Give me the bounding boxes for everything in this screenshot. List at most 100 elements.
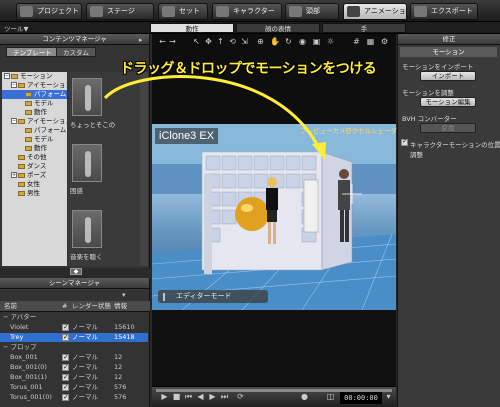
tab-set[interactable]: セット bbox=[158, 3, 208, 20]
scene-row-info: 12 bbox=[114, 353, 123, 361]
header-info[interactable]: 情報 bbox=[114, 301, 127, 312]
scene-row[interactable]: Box_001(1) ノーマル 12 bbox=[0, 373, 148, 382]
scene-toolbar: ▾ bbox=[4, 291, 144, 299]
visible-checkbox[interactable] bbox=[62, 333, 69, 342]
motion-thumbnail[interactable] bbox=[72, 210, 102, 248]
tree-item[interactable]: 動作 bbox=[2, 108, 67, 117]
scene-row[interactable]: Box_001 ノーマル 12 bbox=[0, 353, 148, 362]
subtab-0[interactable]: 動作 bbox=[150, 23, 234, 33]
tab-export[interactable]: エクスポート bbox=[410, 3, 478, 20]
tab-label: 頭部 bbox=[306, 7, 320, 15]
camera-snap-icon[interactable]: ◫ bbox=[326, 392, 335, 402]
tab-head[interactable]: 頭部 bbox=[285, 3, 339, 20]
orbit-icon[interactable]: ↻ bbox=[284, 37, 293, 47]
header-hash[interactable]: # bbox=[62, 301, 67, 312]
import-button[interactable]: インポート bbox=[420, 71, 476, 81]
prev-frame-icon[interactable]: ◀ bbox=[196, 392, 205, 402]
light-icon[interactable]: ☼ bbox=[326, 37, 335, 47]
position-adjust-checkbox[interactable]: ✓ bbox=[401, 137, 408, 146]
tab-label: ステージ bbox=[107, 7, 135, 15]
play-icon[interactable]: ▶ bbox=[160, 392, 169, 402]
scene-row[interactable]: Violet ノーマル 15610 bbox=[0, 323, 148, 332]
tree-item[interactable]: 女性 bbox=[2, 180, 67, 189]
scene-row[interactable]: Torus_001(0) ノーマル 576 bbox=[0, 393, 148, 402]
tree-toggle-icon[interactable]: − bbox=[11, 82, 17, 88]
tree-item[interactable]: モデル bbox=[2, 99, 67, 108]
header-render-state[interactable]: レンダー状態 bbox=[72, 301, 111, 312]
view-icon[interactable]: ▦ bbox=[366, 37, 375, 47]
tree-item[interactable]: その他 bbox=[2, 153, 67, 162]
scene-row[interactable]: − プロップ bbox=[0, 343, 148, 352]
rewind-icon[interactable]: ⏮ bbox=[184, 392, 193, 402]
record-icon[interactable]: ● bbox=[300, 392, 309, 402]
tab-custom[interactable]: カスタム bbox=[56, 47, 96, 57]
motion-edit-button[interactable]: モーション編集 bbox=[420, 97, 476, 107]
tab-label: キャラクター bbox=[233, 7, 275, 15]
tab-template[interactable]: テンプレート bbox=[6, 47, 59, 57]
tree-item[interactable]: 動作 bbox=[2, 144, 67, 153]
move-icon[interactable]: ✥ bbox=[204, 37, 213, 47]
tree-item[interactable]: − アイモーション bbox=[2, 81, 67, 90]
tree-item[interactable]: ダンス bbox=[2, 162, 67, 171]
thumbnail-label: 困惑 bbox=[70, 187, 83, 195]
visible-checkbox[interactable] bbox=[62, 373, 69, 382]
bvh-convert-button[interactable]: 変換 bbox=[420, 123, 476, 133]
scene-row[interactable]: − アバター bbox=[0, 313, 148, 322]
pan-icon[interactable]: ✋ bbox=[270, 37, 280, 47]
editor-mode-indicator[interactable]: ∥ エディターモード bbox=[158, 290, 268, 303]
gallery-nav-icon[interactable]: ◆ bbox=[70, 268, 82, 275]
subtab-1[interactable]: 顔の表情 bbox=[236, 23, 320, 33]
tab-animation[interactable]: アニメーション bbox=[343, 3, 407, 30]
settings-icon[interactable]: ⚙ bbox=[380, 37, 389, 47]
loop-icon[interactable]: ⟳ bbox=[236, 392, 245, 402]
tree-item-label: モーション bbox=[20, 72, 53, 80]
tab-project[interactable]: プロジェクト bbox=[16, 3, 82, 20]
editor-mode-label: エディターモード bbox=[176, 292, 232, 300]
tree-toggle-icon[interactable]: − bbox=[11, 118, 17, 124]
stop-icon[interactable]: ■ bbox=[172, 392, 181, 402]
subtab-2[interactable]: 手 bbox=[322, 23, 406, 33]
forward-icon[interactable]: ⏭ bbox=[220, 392, 229, 402]
scene-options-icon[interactable]: ▾ bbox=[122, 291, 126, 299]
select-icon[interactable]: ↖ bbox=[192, 37, 201, 47]
timeline-menu-icon[interactable]: ▾ bbox=[384, 392, 393, 402]
pixel-shader-menu[interactable]: ピクセルシェーダ bbox=[345, 125, 397, 135]
scene-row[interactable]: Trey ノーマル 15418 bbox=[0, 333, 148, 342]
panel-options-icon[interactable]: ▸ bbox=[139, 36, 148, 44]
tree-item[interactable]: パフォーム bbox=[2, 126, 67, 135]
visible-checkbox[interactable] bbox=[62, 323, 69, 332]
tree-item[interactable]: 男性 bbox=[2, 189, 67, 198]
tab-label: セット bbox=[179, 7, 200, 15]
scene-row[interactable]: Torus_001 ノーマル 576 bbox=[0, 383, 148, 392]
arrow-left-icon[interactable]: ← bbox=[158, 37, 167, 47]
pause-icon: ∥ bbox=[162, 292, 166, 301]
visible-checkbox[interactable] bbox=[62, 393, 69, 402]
header-name[interactable]: 名前 bbox=[4, 301, 17, 312]
camera-icon[interactable]: ◉ bbox=[298, 37, 307, 47]
up-icon[interactable]: ↑ bbox=[216, 37, 225, 47]
arrow-right-icon[interactable]: → bbox=[168, 37, 177, 47]
visible-checkbox[interactable] bbox=[62, 363, 69, 372]
frame-icon[interactable]: ▣ bbox=[312, 37, 321, 47]
tree-item[interactable]: モデル bbox=[2, 135, 67, 144]
tool-dropdown[interactable]: ツール▼ bbox=[4, 23, 29, 33]
tree-toggle-icon[interactable]: − bbox=[4, 73, 10, 79]
rotate-icon[interactable]: ⟲ bbox=[228, 37, 237, 47]
grid-icon[interactable]: # bbox=[352, 37, 361, 47]
tree-item[interactable]: パフォーム bbox=[2, 90, 67, 99]
motion-section-header[interactable]: モーション bbox=[400, 47, 497, 57]
tree-item[interactable]: − アイモーション bbox=[2, 117, 67, 126]
visible-checkbox[interactable] bbox=[62, 353, 69, 362]
tree-toggle-icon[interactable]: + bbox=[11, 172, 17, 178]
tree-item[interactable]: + ポーズ bbox=[2, 171, 67, 180]
zoom-icon[interactable]: ⊕ bbox=[256, 37, 265, 47]
scale-icon[interactable]: ⇲ bbox=[240, 37, 249, 47]
tree-item[interactable]: − モーション bbox=[2, 72, 67, 81]
tab-character[interactable]: キャラクター bbox=[212, 3, 282, 20]
tab-stage[interactable]: ステージ bbox=[86, 3, 154, 20]
visible-checkbox[interactable] bbox=[62, 383, 69, 392]
next-frame-icon[interactable]: ▶ bbox=[208, 392, 217, 402]
scene-row-info: 576 bbox=[114, 393, 127, 401]
import-label: モーションをインポート bbox=[402, 63, 474, 71]
scene-row[interactable]: Box_001(0) ノーマル 12 bbox=[0, 363, 148, 372]
